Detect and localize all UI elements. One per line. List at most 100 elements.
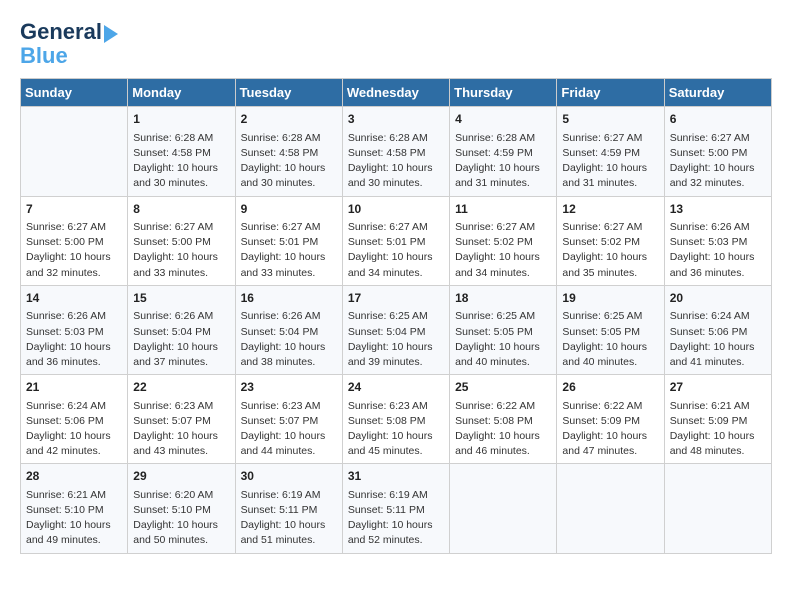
day-number: 29 <box>133 468 229 485</box>
week-row-3: 14Sunrise: 6:26 AMSunset: 5:03 PMDayligh… <box>21 285 772 374</box>
day-number: 21 <box>26 379 122 396</box>
calendar-cell <box>557 464 664 553</box>
week-row-5: 28Sunrise: 6:21 AMSunset: 5:10 PMDayligh… <box>21 464 772 553</box>
day-number: 28 <box>26 468 122 485</box>
cell-content: Sunrise: 6:27 AMSunset: 5:00 PMDaylight:… <box>133 220 229 281</box>
calendar-cell: 7 Sunrise: 6:27 AMSunset: 5:00 PMDaylight… <box>21 196 128 285</box>
calendar-cell: 27 Sunrise: 6:21 AMSunset: 5:09 PMDayligh… <box>664 375 771 464</box>
week-row-2: 7 Sunrise: 6:27 AMSunset: 5:00 PMDaylight… <box>21 196 772 285</box>
day-number: 5 <box>562 111 658 128</box>
cell-content: Sunrise: 6:26 AMSunset: 5:03 PMDaylight:… <box>26 309 122 370</box>
cell-content: Sunrise: 6:23 AMSunset: 5:08 PMDaylight:… <box>348 399 444 460</box>
day-number: 7 <box>26 201 122 218</box>
day-number: 10 <box>348 201 444 218</box>
calendar-cell: 5 Sunrise: 6:27 AMSunset: 4:59 PMDaylight… <box>557 107 664 196</box>
cell-content: Sunrise: 6:27 AMSunset: 5:02 PMDaylight:… <box>562 220 658 281</box>
day-number: 31 <box>348 468 444 485</box>
calendar-cell <box>664 464 771 553</box>
logo-blue-text: Blue <box>20 44 68 68</box>
calendar-cell: 9 Sunrise: 6:27 AMSunset: 5:01 PMDaylight… <box>235 196 342 285</box>
day-number: 8 <box>133 201 229 218</box>
calendar-cell: 16 Sunrise: 6:26 AMSunset: 5:04 PMDayligh… <box>235 285 342 374</box>
calendar-cell: 4 Sunrise: 6:28 AMSunset: 4:59 PMDaylight… <box>450 107 557 196</box>
header-day-friday: Friday <box>557 79 664 107</box>
day-number: 2 <box>241 111 337 128</box>
calendar-cell <box>21 107 128 196</box>
header-row: SundayMondayTuesdayWednesdayThursdayFrid… <box>21 79 772 107</box>
day-number: 26 <box>562 379 658 396</box>
logo-text: General <box>20 20 102 44</box>
calendar-cell: 20Sunrise: 6:24 AMSunset: 5:06 PMDayligh… <box>664 285 771 374</box>
cell-content: Sunrise: 6:23 AMSunset: 5:07 PMDaylight:… <box>241 399 337 460</box>
day-number: 18 <box>455 290 551 307</box>
header-day-sunday: Sunday <box>21 79 128 107</box>
calendar-cell: 10 Sunrise: 6:27 AMSunset: 5:01 PMDayligh… <box>342 196 449 285</box>
calendar-cell: 2Sunrise: 6:28 AMSunset: 4:58 PMDaylight… <box>235 107 342 196</box>
day-number: 1 <box>133 111 229 128</box>
cell-content: Sunrise: 6:23 AMSunset: 5:07 PMDaylight:… <box>133 399 229 460</box>
calendar-cell: 19 Sunrise: 6:25 AMSunset: 5:05 PMDayligh… <box>557 285 664 374</box>
cell-content: Sunrise: 6:21 AMSunset: 5:09 PMDaylight:… <box>670 399 766 460</box>
calendar-cell: 12 Sunrise: 6:27 AMSunset: 5:02 PMDayligh… <box>557 196 664 285</box>
calendar-cell: 13 Sunrise: 6:26 AMSunset: 5:03 PMDayligh… <box>664 196 771 285</box>
cell-content: Sunrise: 6:25 AMSunset: 5:04 PMDaylight:… <box>348 309 444 370</box>
cell-content: Sunrise: 6:27 AMSunset: 5:01 PMDaylight:… <box>348 220 444 281</box>
calendar-cell: 30Sunrise: 6:19 AMSunset: 5:11 PMDayligh… <box>235 464 342 553</box>
calendar-cell: 25Sunrise: 6:22 AMSunset: 5:08 PMDayligh… <box>450 375 557 464</box>
calendar-cell: 6 Sunrise: 6:27 AMSunset: 5:00 PMDaylight… <box>664 107 771 196</box>
cell-content: Sunrise: 6:24 AMSunset: 5:06 PMDaylight:… <box>26 399 122 460</box>
day-number: 6 <box>670 111 766 128</box>
calendar-cell: 24 Sunrise: 6:23 AMSunset: 5:08 PMDayligh… <box>342 375 449 464</box>
header-day-wednesday: Wednesday <box>342 79 449 107</box>
day-number: 15 <box>133 290 229 307</box>
cell-content: Sunrise: 6:28 AMSunset: 4:58 PMDaylight:… <box>133 131 229 192</box>
calendar-cell: 26 Sunrise: 6:22 AMSunset: 5:09 PMDayligh… <box>557 375 664 464</box>
calendar-cell: 31Sunrise: 6:19 AMSunset: 5:11 PMDayligh… <box>342 464 449 553</box>
cell-content: Sunrise: 6:27 AMSunset: 4:59 PMDaylight:… <box>562 131 658 192</box>
calendar-cell: 28Sunrise: 6:21 AMSunset: 5:10 PMDayligh… <box>21 464 128 553</box>
cell-content: Sunrise: 6:27 AMSunset: 5:02 PMDaylight:… <box>455 220 551 281</box>
calendar-cell: 21 Sunrise: 6:24 AMSunset: 5:06 PMDayligh… <box>21 375 128 464</box>
day-number: 22 <box>133 379 229 396</box>
calendar-cell <box>450 464 557 553</box>
day-number: 25 <box>455 379 551 396</box>
day-number: 16 <box>241 290 337 307</box>
cell-content: Sunrise: 6:28 AMSunset: 4:58 PMDaylight:… <box>348 131 444 192</box>
calendar-cell: 18 Sunrise: 6:25 AMSunset: 5:05 PMDayligh… <box>450 285 557 374</box>
day-number: 9 <box>241 201 337 218</box>
calendar-cell: 14Sunrise: 6:26 AMSunset: 5:03 PMDayligh… <box>21 285 128 374</box>
header-day-saturday: Saturday <box>664 79 771 107</box>
day-number: 19 <box>562 290 658 307</box>
week-row-4: 21 Sunrise: 6:24 AMSunset: 5:06 PMDayligh… <box>21 375 772 464</box>
calendar-cell: 22 Sunrise: 6:23 AMSunset: 5:07 PMDayligh… <box>128 375 235 464</box>
header-day-tuesday: Tuesday <box>235 79 342 107</box>
page-header: General Blue <box>20 20 772 68</box>
cell-content: Sunrise: 6:26 AMSunset: 5:04 PMDaylight:… <box>241 309 337 370</box>
day-number: 13 <box>670 201 766 218</box>
calendar-cell: 17 Sunrise: 6:25 AMSunset: 5:04 PMDayligh… <box>342 285 449 374</box>
calendar-cell: 3 Sunrise: 6:28 AMSunset: 4:58 PMDaylight… <box>342 107 449 196</box>
cell-content: Sunrise: 6:22 AMSunset: 5:09 PMDaylight:… <box>562 399 658 460</box>
day-number: 4 <box>455 111 551 128</box>
day-number: 27 <box>670 379 766 396</box>
day-number: 17 <box>348 290 444 307</box>
cell-content: Sunrise: 6:27 AMSunset: 5:00 PMDaylight:… <box>670 131 766 192</box>
cell-content: Sunrise: 6:27 AMSunset: 5:00 PMDaylight:… <box>26 220 122 281</box>
day-number: 20 <box>670 290 766 307</box>
day-number: 24 <box>348 379 444 396</box>
calendar-cell: 15Sunrise: 6:26 AMSunset: 5:04 PMDayligh… <box>128 285 235 374</box>
header-day-monday: Monday <box>128 79 235 107</box>
cell-content: Sunrise: 6:27 AMSunset: 5:01 PMDaylight:… <box>241 220 337 281</box>
day-number: 12 <box>562 201 658 218</box>
cell-content: Sunrise: 6:25 AMSunset: 5:05 PMDaylight:… <box>455 309 551 370</box>
cell-content: Sunrise: 6:28 AMSunset: 4:59 PMDaylight:… <box>455 131 551 192</box>
calendar-cell: 8 Sunrise: 6:27 AMSunset: 5:00 PMDaylight… <box>128 196 235 285</box>
day-number: 11 <box>455 201 551 218</box>
day-number: 3 <box>348 111 444 128</box>
cell-content: Sunrise: 6:25 AMSunset: 5:05 PMDaylight:… <box>562 309 658 370</box>
cell-content: Sunrise: 6:20 AMSunset: 5:10 PMDaylight:… <box>133 488 229 549</box>
calendar-cell: 29 Sunrise: 6:20 AMSunset: 5:10 PMDayligh… <box>128 464 235 553</box>
cell-content: Sunrise: 6:26 AMSunset: 5:03 PMDaylight:… <box>670 220 766 281</box>
calendar-cell: 23Sunrise: 6:23 AMSunset: 5:07 PMDayligh… <box>235 375 342 464</box>
day-number: 30 <box>241 468 337 485</box>
